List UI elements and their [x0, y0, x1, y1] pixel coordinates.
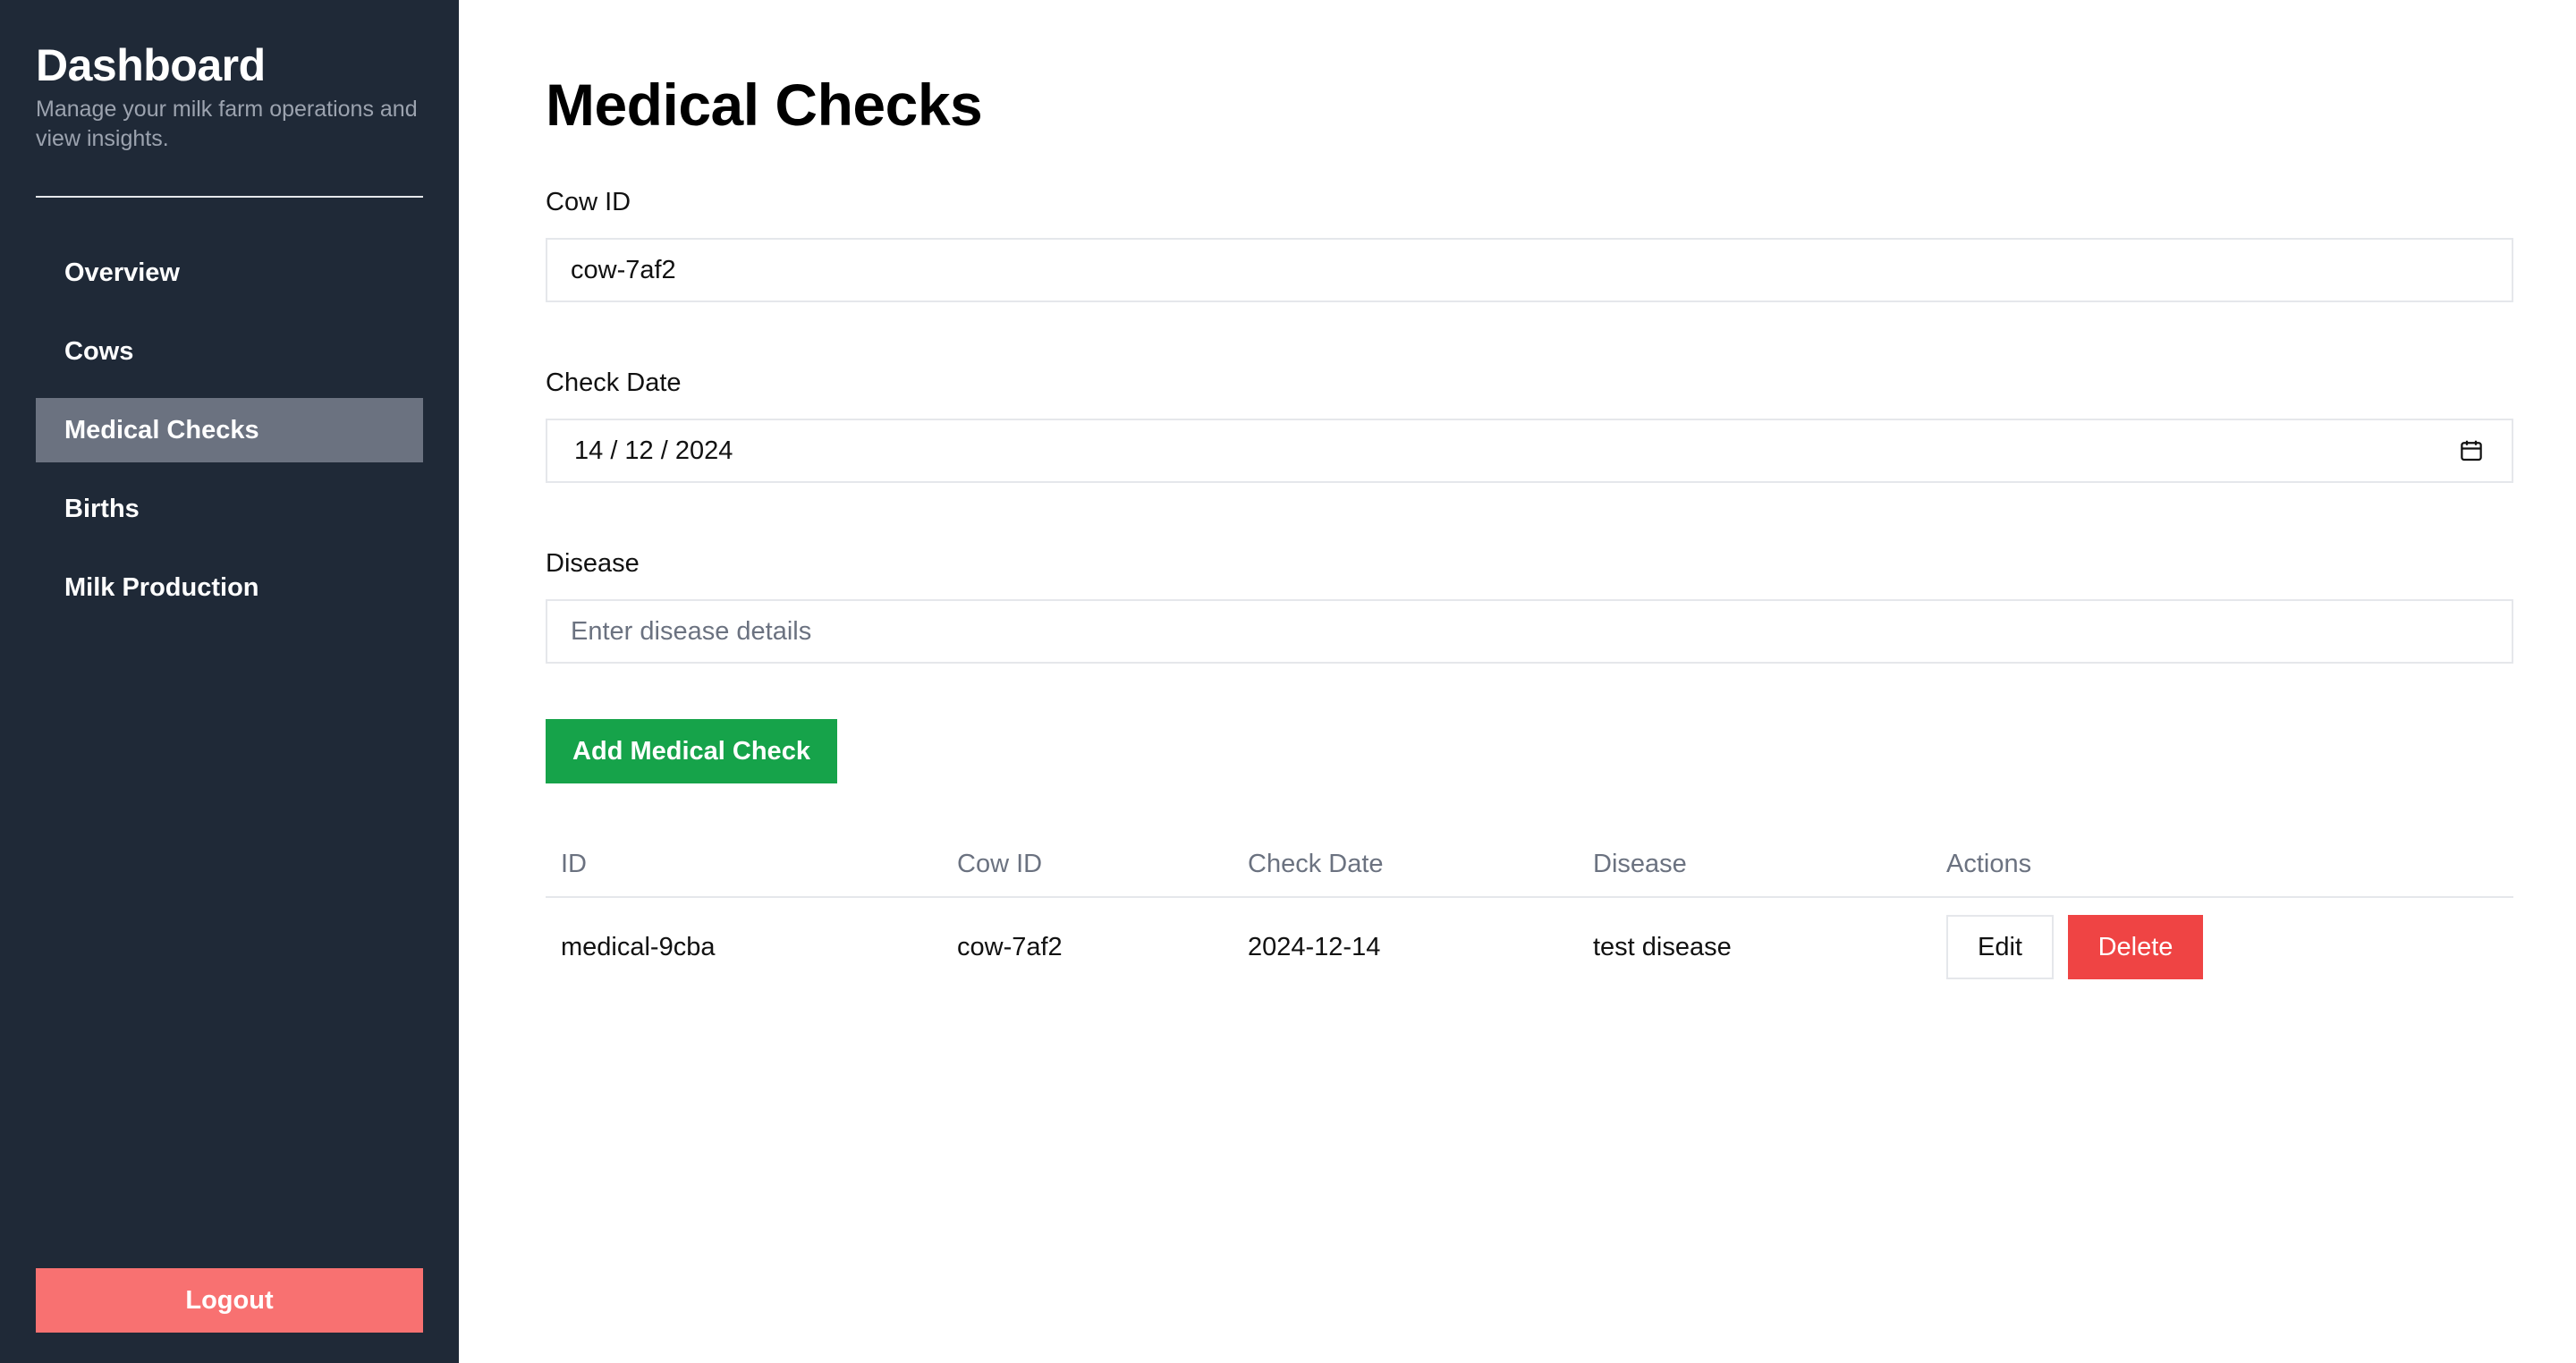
column-header-id: ID	[561, 849, 587, 878]
column-header-check-date: Check Date	[1248, 849, 1384, 878]
cow-id-input[interactable]: cow-7af2	[546, 238, 2513, 302]
column-header-cow-id: Cow ID	[957, 849, 1043, 878]
calendar-icon[interactable]	[2458, 437, 2485, 464]
column-header-actions: Actions	[1946, 849, 2032, 878]
cell-actions: Edit Delete	[1946, 898, 2203, 996]
sidebar-divider	[36, 196, 423, 198]
add-medical-check-button[interactable]: Add Medical Check	[546, 719, 837, 783]
disease-label: Disease	[546, 549, 640, 578]
column-header-disease: Disease	[1593, 849, 1687, 878]
sidebar-title: Dashboard	[36, 40, 266, 90]
sidebar-item-cows[interactable]: Cows	[36, 319, 423, 384]
medical-checks-table: ID Cow ID Check Date Disease Actions med…	[546, 830, 2513, 996]
cow-id-label: Cow ID	[546, 188, 631, 216]
sidebar-item-milk-production[interactable]: Milk Production	[36, 555, 423, 620]
sidebar: Dashboard Manage your milk farm operatio…	[0, 0, 459, 1363]
cell-cow-id: cow-7af2	[957, 932, 1063, 961]
main-content: Medical Checks Cow ID cow-7af2 Check Dat…	[459, 0, 2576, 1363]
delete-button[interactable]: Delete	[2068, 915, 2203, 979]
check-date-input[interactable]: 14 / 12 / 2024	[546, 419, 2513, 483]
sidebar-nav: Overview Cows Medical Checks Births Milk…	[36, 241, 423, 634]
sidebar-item-medical-checks[interactable]: Medical Checks	[36, 398, 423, 462]
sidebar-subtitle: Manage your milk farm operations and vie…	[36, 97, 418, 151]
app-root: Dashboard Manage your milk farm operatio…	[0, 0, 2576, 1363]
cell-check-date: 2024-12-14	[1248, 932, 1381, 961]
edit-button[interactable]: Edit	[1946, 915, 2054, 979]
table-row: medical-9cba cow-7af2 2024-12-14 test di…	[546, 898, 2513, 996]
sidebar-item-births[interactable]: Births	[36, 477, 423, 541]
check-date-label: Check Date	[546, 368, 682, 397]
cow-id-value: cow-7af2	[571, 255, 676, 284]
disease-placeholder: Enter disease details	[571, 616, 812, 646]
logout-button[interactable]: Logout	[36, 1268, 423, 1333]
table-header-row: ID Cow ID Check Date Disease Actions	[546, 830, 2513, 898]
disease-input[interactable]: Enter disease details	[546, 599, 2513, 664]
check-date-value: 14 / 12 / 2024	[574, 436, 733, 465]
cell-id: medical-9cba	[561, 932, 716, 961]
page-title: Medical Checks	[546, 72, 983, 138]
sidebar-item-overview[interactable]: Overview	[36, 241, 423, 305]
cell-disease: test disease	[1593, 932, 1732, 961]
